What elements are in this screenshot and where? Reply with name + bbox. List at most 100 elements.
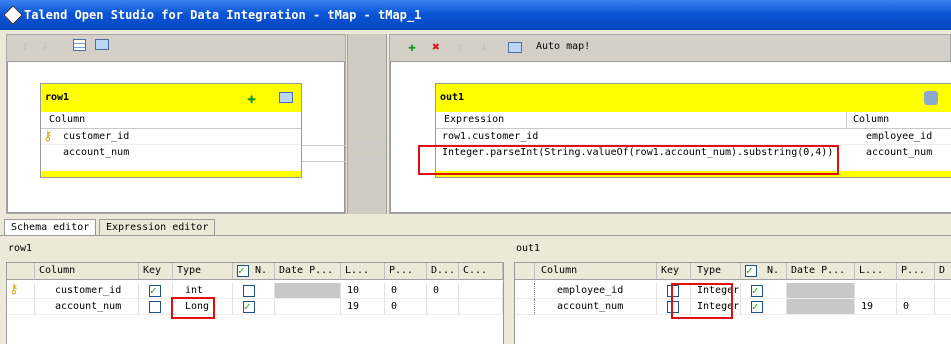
auto-map-button[interactable]: Auto map! (536, 41, 590, 52)
schema-cell-default[interactable] (935, 299, 951, 315)
arrow-up-icon[interactable]: ⇧ (17, 39, 33, 55)
add-filter-icon[interactable]: ✚ (247, 90, 256, 106)
nullable-checkbox[interactable] (243, 299, 255, 314)
schema-cell-nullable[interactable] (741, 283, 787, 299)
schema-cell-nullable[interactable] (233, 283, 275, 299)
schema-header-key[interactable]: Key (657, 263, 691, 280)
monitor-icon[interactable] (508, 42, 522, 53)
tab-expression-editor[interactable]: Expression editor (99, 219, 216, 236)
input-toolbar: ⇧ ⇩ (7, 35, 345, 59)
schema-cell-default[interactable] (935, 283, 951, 299)
schema-cell-column[interactable]: customer_id (35, 283, 139, 299)
schema-cell-default[interactable] (427, 299, 459, 315)
monitor-icon[interactable] (95, 39, 109, 50)
table-row-marker (515, 283, 535, 299)
add-output-icon[interactable]: ✚ (404, 40, 420, 56)
input-row-account-num[interactable]: account_num (41, 145, 301, 161)
key-icon: ⚷ (43, 129, 53, 144)
expression-cell[interactable]: row1.customer_id (442, 129, 538, 145)
output-row-employee-id[interactable]: row1.customer_id employee_id (436, 129, 951, 145)
mapping-line (348, 159, 386, 160)
arrow-down-icon[interactable]: ⇩ (476, 40, 492, 56)
app-icon (3, 5, 23, 25)
output-column-cell: employee_id (866, 131, 933, 142)
key-icon: ⚷ (9, 283, 19, 297)
schema-cell-precision[interactable]: 0 (897, 299, 935, 315)
expression-header: Expression (444, 114, 505, 125)
nullable-all-checkbox[interactable] (237, 263, 249, 279)
schema-header-comment[interactable]: C... (459, 263, 503, 280)
wrench-icon[interactable] (924, 91, 938, 105)
input-panel: ⇧ ⇩ row1 ✚ Column ⚷ customer_id account_… (6, 34, 346, 214)
nullable-checkbox[interactable] (751, 283, 763, 298)
schema-header-precision[interactable]: P... (385, 263, 427, 280)
schema-cell-default[interactable]: 0 (427, 283, 459, 299)
table-row-marker (515, 299, 535, 315)
remove-output-icon[interactable]: ✖ (428, 40, 444, 56)
mapping-line (302, 145, 346, 146)
schema-header-default[interactable]: D... (427, 263, 459, 280)
mapping-line (348, 143, 386, 144)
tab-schema-editor[interactable]: Schema editor (4, 219, 97, 236)
schema-header-date-pattern[interactable]: Date P... (275, 263, 341, 280)
nullable-header-label: N. (767, 265, 780, 276)
schema-cell-key[interactable] (139, 299, 173, 315)
nullable-checkbox[interactable] (243, 285, 255, 297)
nullable-header-label: N. (255, 265, 268, 276)
schema-header-length[interactable]: L... (855, 263, 897, 280)
schema-header-default[interactable]: D (935, 263, 951, 280)
nullable-all-checkbox[interactable] (745, 263, 757, 279)
schema-cell-column[interactable]: employee_id (535, 283, 657, 299)
nullable-checkbox[interactable] (751, 299, 763, 314)
input-table-footer (41, 171, 301, 177)
schema-header-precision[interactable]: P... (897, 263, 935, 280)
schema-cell-length[interactable] (855, 283, 897, 299)
output-toolbar: ✚ ✖ ⇧ ⇩ Auto map! (390, 35, 950, 61)
schema-cell-precision[interactable] (897, 283, 935, 299)
schema-cell-length[interactable]: 19 (341, 299, 385, 315)
schema-cell-column[interactable]: account_num (535, 299, 657, 315)
input-table-row1: row1 ✚ Column ⚷ customer_id account_num (40, 83, 302, 178)
input-canvas: row1 ✚ Column ⚷ customer_id account_num (7, 61, 346, 213)
schema-header-nullable[interactable]: N. (741, 263, 787, 280)
key-checkbox[interactable] (149, 283, 161, 298)
schema-header-blank (515, 263, 535, 280)
schema-header-key[interactable]: Key (139, 263, 173, 280)
schema-cell-date-pattern (275, 283, 341, 299)
table-row-marker (7, 299, 35, 315)
schema-cell-precision[interactable]: 0 (385, 299, 427, 315)
schema-header-nullable[interactable]: N. (233, 263, 275, 280)
schema-right-title: out1 (516, 243, 541, 254)
schema-cell-comment[interactable] (459, 299, 503, 315)
schema-cell-length[interactable]: 19 (855, 299, 897, 315)
output-column-header: Expression Column (436, 112, 951, 129)
schema-header-column[interactable]: Column (35, 263, 139, 280)
arrow-up-icon[interactable]: ⇧ (452, 40, 468, 56)
schema-cell-date-pattern (787, 283, 855, 299)
output-column-cell: account_num (866, 147, 933, 158)
schema-cell-precision[interactable]: 0 (385, 283, 427, 299)
schema-header-length[interactable]: L... (341, 263, 385, 280)
table-icon[interactable] (73, 39, 86, 51)
minimize-icon[interactable] (279, 92, 293, 103)
arrow-down-icon[interactable]: ⇩ (37, 39, 53, 55)
schema-header-column[interactable]: Column (535, 263, 657, 280)
schema-cell-key[interactable] (139, 283, 173, 299)
output-canvas: out1 Expression Column row1.customer_id … (390, 61, 951, 213)
schema-cell-date-pattern (787, 299, 855, 315)
schema-header-date-pattern[interactable]: Date P... (787, 263, 855, 280)
schema-header-type[interactable]: Type (691, 263, 741, 280)
schema-cell-comment[interactable] (459, 283, 503, 299)
schema-header-type[interactable]: Type (173, 263, 233, 280)
input-row-customer-id[interactable]: ⚷ customer_id (41, 129, 301, 145)
center-splitter[interactable] (347, 34, 387, 214)
tab-strip-line (0, 235, 951, 236)
schema-cell-nullable[interactable] (233, 299, 275, 315)
schema-header-blank (7, 263, 35, 280)
expression-highlight (418, 145, 839, 175)
schema-cell-nullable[interactable] (741, 299, 787, 315)
schema-left-grid: Column Key Type N. Date P... L... P... D… (6, 262, 504, 344)
key-checkbox[interactable] (149, 301, 161, 313)
schema-cell-length[interactable]: 10 (341, 283, 385, 299)
schema-cell-column[interactable]: account_num (35, 299, 139, 315)
